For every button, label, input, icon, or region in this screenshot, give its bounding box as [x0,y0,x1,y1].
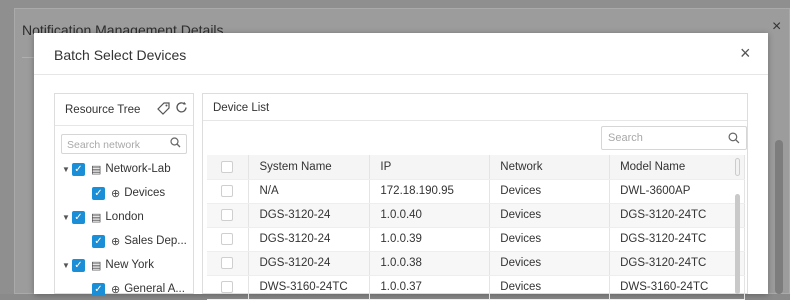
tree-node-general[interactable]: ✓ ⊕ General A... [92,279,185,299]
table-row[interactable]: DGS-3120-24 1.0.0.39 Devices DGS-3120-24… [207,227,745,252]
cell-system-name: N/A [248,179,371,204]
table-scrollbar-track[interactable] [735,158,740,176]
network-search-input[interactable] [62,136,162,154]
table-row[interactable]: DGS-3120-24 1.0.0.38 Devices DGS-3120-24… [207,251,745,276]
batch-select-dialog: Batch Select Devices × Resource Tree ▼ ✓… [34,33,768,300]
refresh-icon[interactable] [175,101,188,117]
tree-node-label: Sales Dep... [124,235,187,247]
tree-node-network-lab[interactable]: ▼ ✓ ▤ Network-Lab [62,159,171,179]
select-all-checkbox[interactable] [221,160,233,173]
table-row[interactable]: DGS-3120-24 1.0.0.40 Devices DGS-3120-24… [207,203,745,228]
tree-node-sales-dep[interactable]: ✓ ⊕ Sales Dep... [92,231,187,251]
table-row[interactable]: N/A 172.18.190.95 Devices DWL-3600AP [207,179,745,204]
node-checkbox[interactable]: ✓ [72,210,85,224]
dialog-header: Batch Select Devices × [34,33,768,75]
device-search-input[interactable] [602,127,720,149]
device-table: System Name IP Network Model Name N/A 17… [207,155,745,300]
node-checkbox[interactable]: ✓ [72,258,85,272]
row-checkbox[interactable] [221,281,233,293]
cell-system-name: DWS-3160-24TC [248,275,371,300]
cell-network: Devices [489,275,611,300]
background-close-icon[interactable]: × [772,18,781,36]
cell-model-name: DGS-3120-24TC [609,203,745,228]
cell-network: Devices [489,203,611,228]
site-icon: ▤ [91,211,102,224]
resource-tree-title: Resource Tree [65,104,141,116]
tree-node-london[interactable]: ▼ ✓ ▤ London [62,207,144,227]
cell-network: Devices [489,179,611,204]
tree-node-label: General A... [124,283,185,295]
device-list-panel: Device List System Name IP Network Model… [202,93,748,300]
row-checkbox[interactable] [221,209,233,221]
node-checkbox[interactable]: ✓ [92,186,105,200]
cell-ip: 172.18.190.95 [369,179,491,204]
cell-model-name: DWS-3160-24TC [609,275,745,300]
row-checkbox-cell[interactable] [207,275,250,300]
resource-tree-header: Resource Tree [55,94,193,126]
cell-ip: 1.0.0.40 [369,203,491,228]
globe-icon: ⊕ [111,235,121,248]
globe-icon: ⊕ [111,187,121,200]
site-icon: ▤ [91,259,102,272]
table-row[interactable]: DWS-3160-24TC 1.0.0.37 Devices DWS-3160-… [207,275,745,300]
column-header-network[interactable]: Network [489,155,611,180]
tree-node-label: New York [105,259,154,271]
resource-tree-panel: Resource Tree ▼ ✓ ▤ Network-Lab ✓ ⊕ Devi… [54,93,194,296]
background-scrollbar[interactable] [775,140,783,294]
row-checkbox-cell[interactable] [207,227,250,252]
close-icon[interactable]: × [740,44,751,62]
tree-node-label: Devices [124,187,166,199]
expand-caret-icon[interactable]: ▼ [62,165,72,174]
expand-caret-icon[interactable]: ▼ [62,261,72,270]
device-search-field[interactable] [601,126,747,150]
cell-ip: 1.0.0.37 [369,275,491,300]
tree-node-label: London [105,211,144,223]
cell-system-name: DGS-3120-24 [248,203,371,228]
device-list-header: Device List [203,94,747,121]
cell-model-name: DGS-3120-24TC [609,227,745,252]
cell-ip: 1.0.0.39 [369,227,491,252]
row-checkbox-cell[interactable] [207,179,250,204]
column-header-model-name[interactable]: Model Name [609,155,745,180]
column-header-ip[interactable]: IP [369,155,491,180]
site-icon: ▤ [91,163,102,176]
row-checkbox-cell[interactable] [207,251,250,276]
table-scrollbar-thumb[interactable] [735,194,740,294]
cell-ip: 1.0.0.38 [369,251,491,276]
row-checkbox[interactable] [221,257,233,269]
select-all-cell[interactable] [207,155,250,180]
tree-node-devices[interactable]: ✓ ⊕ Devices [92,183,165,203]
cell-model-name: DWL-3600AP [609,179,745,204]
cell-system-name: DGS-3120-24 [248,251,371,276]
dialog-title: Batch Select Devices [54,47,187,63]
node-checkbox[interactable]: ✓ [72,162,85,176]
tree-node-label: Network-Lab [105,163,171,175]
row-checkbox[interactable] [221,185,233,197]
tag-icon[interactable] [157,102,170,118]
cell-system-name: DGS-3120-24 [248,227,371,252]
expand-caret-icon[interactable]: ▼ [62,213,72,222]
search-icon[interactable] [728,132,740,147]
row-checkbox-cell[interactable] [207,203,250,228]
cell-network: Devices [489,251,611,276]
column-header-system-name[interactable]: System Name [248,155,371,180]
network-search-field[interactable] [61,134,187,154]
search-icon[interactable] [170,137,181,151]
tree-node-new-york[interactable]: ▼ ✓ ▤ New York [62,255,154,275]
device-list-title: Device List [213,102,270,114]
cell-network: Devices [489,227,611,252]
node-checkbox[interactable]: ✓ [92,234,105,248]
table-header-row: System Name IP Network Model Name [207,155,745,180]
cell-model-name: DGS-3120-24TC [609,251,745,276]
row-checkbox[interactable] [221,233,233,245]
